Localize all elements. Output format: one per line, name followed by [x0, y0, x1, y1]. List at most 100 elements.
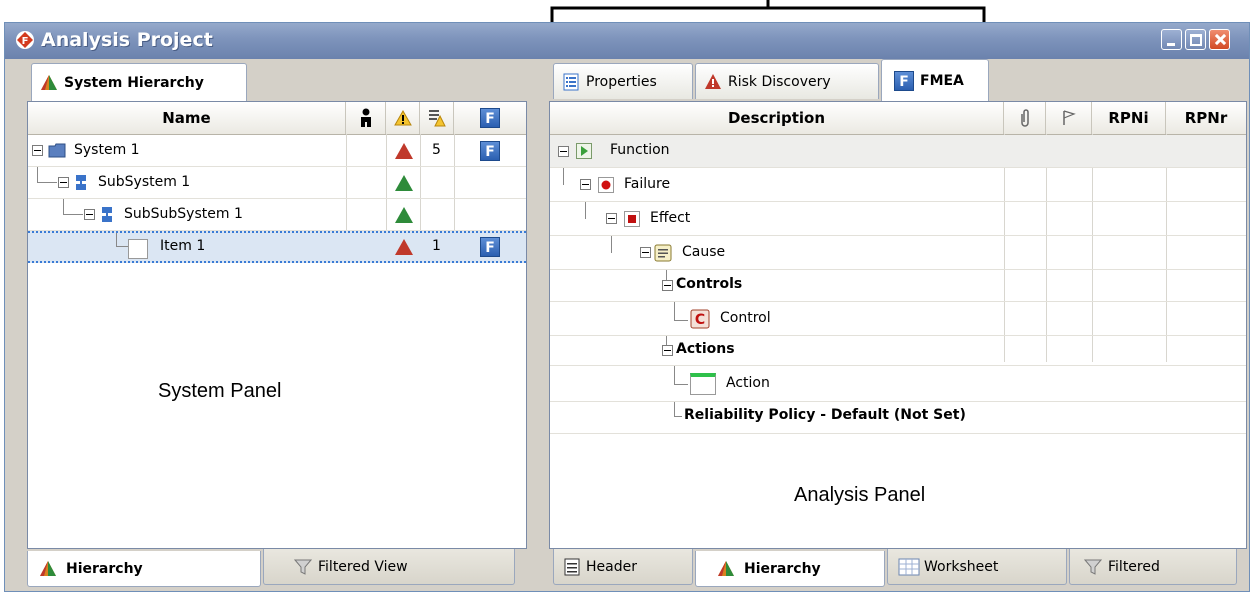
fmea-row-actions[interactable]: Actions	[550, 336, 1246, 366]
tab-fmea[interactable]: F FMEA	[881, 59, 989, 101]
row-label: SubSubSystem 1	[124, 206, 243, 222]
row-label: Control	[720, 310, 771, 326]
collapse-toggle[interactable]	[662, 345, 673, 356]
column-header-description[interactable]: Description	[550, 102, 1004, 134]
tab-hierarchy[interactable]: Hierarchy	[27, 551, 261, 587]
properties-icon	[563, 73, 579, 90]
system-panel: System Hierarchy Name F System 1 5 F Sub…	[27, 63, 527, 591]
fmea-icon: F	[480, 108, 500, 128]
failure-icon	[598, 177, 614, 193]
paperclip-icon	[1020, 109, 1029, 127]
panel-splitter[interactable]	[533, 63, 547, 591]
flag-icon	[1062, 110, 1076, 125]
app-window: F Analysis Project System Hierarchy Name	[4, 22, 1250, 592]
title-bar[interactable]: F Analysis Project	[5, 23, 1249, 59]
minimize-button[interactable]	[1161, 29, 1182, 50]
tree-row-selected[interactable]: Item 1 1 F	[28, 231, 526, 263]
maximize-button[interactable]	[1185, 29, 1206, 50]
row-label: Action	[726, 375, 770, 391]
fmea-icon[interactable]: F	[480, 237, 500, 257]
risk-triangle-icon	[395, 207, 413, 223]
tab-worksheet[interactable]: Worksheet	[887, 549, 1067, 585]
worksheet-icon	[898, 558, 920, 575]
column-header-fmea[interactable]: F	[454, 102, 526, 134]
collapse-toggle[interactable]	[640, 247, 651, 258]
pyramid-icon	[40, 560, 56, 576]
fmea-row-cause[interactable]: Cause	[550, 236, 1246, 270]
column-header-rpni[interactable]: RPNi	[1092, 102, 1166, 134]
svg-text:C: C	[695, 312, 705, 328]
item-icon	[128, 239, 148, 259]
row-label: Failure	[624, 176, 671, 192]
system-panel-annotation: System Panel	[158, 380, 282, 402]
row-label: System 1	[74, 142, 140, 158]
subsystem-icon	[102, 207, 112, 222]
risk-triangle-icon	[705, 73, 721, 89]
filter-icon	[294, 559, 312, 575]
column-header-name[interactable]: Name	[28, 102, 346, 134]
header-icon	[564, 558, 580, 575]
folder-icon	[48, 143, 66, 158]
tab-risk-discovery[interactable]: Risk Discovery	[695, 63, 879, 99]
row-label: SubSystem 1	[98, 174, 191, 190]
fmea-row-failure[interactable]: Failure	[550, 168, 1246, 202]
collapse-toggle[interactable]	[58, 177, 69, 188]
risk-count: 1	[432, 238, 441, 254]
analysis-panel: Properties Risk Discovery F FMEA Descrip…	[549, 59, 1249, 591]
collapse-toggle[interactable]	[606, 213, 617, 224]
tree-row[interactable]: SubSubSystem 1	[28, 199, 526, 231]
tree-row[interactable]: SubSystem 1	[28, 167, 526, 199]
risk-triangle-icon	[395, 239, 413, 255]
fmea-row-effect[interactable]: Effect	[550, 202, 1246, 236]
collapse-toggle[interactable]	[662, 280, 673, 291]
row-label: Function	[610, 142, 670, 158]
column-header-risk[interactable]	[386, 102, 420, 134]
row-label: Actions	[676, 341, 735, 357]
fmea-row-control[interactable]: C Control	[550, 302, 1246, 336]
close-button[interactable]	[1209, 29, 1230, 50]
control-icon: C	[690, 309, 710, 329]
column-header-attachment[interactable]	[1004, 102, 1046, 134]
pyramid-icon	[40, 74, 58, 92]
filter-icon	[1084, 559, 1102, 575]
row-label: Controls	[676, 276, 743, 292]
action-icon	[690, 373, 716, 395]
row-label: Cause	[682, 244, 726, 260]
app-logo-icon: F	[16, 31, 34, 49]
tab-hierarchy[interactable]: Hierarchy	[695, 551, 885, 587]
column-header-rpnr[interactable]: RPNr	[1166, 102, 1246, 134]
system-grid: Name F System 1 5 F SubSystem 1 SubSubSy…	[27, 101, 527, 549]
fmea-row-reliability-policy[interactable]: Reliability Policy - Default (Not Set)	[550, 402, 1246, 434]
column-header-count[interactable]	[420, 102, 454, 134]
collapse-toggle[interactable]	[32, 145, 43, 156]
collapse-toggle[interactable]	[580, 179, 591, 190]
effect-icon	[624, 211, 640, 227]
window-title: Analysis Project	[41, 29, 213, 51]
collapse-toggle[interactable]	[84, 209, 95, 220]
row-label: Effect	[650, 210, 691, 226]
svg-text:F: F	[22, 36, 29, 47]
column-header-owner[interactable]	[346, 102, 386, 134]
subsystem-icon	[76, 175, 86, 190]
fmea-grid: Description RPNi RPNr Function Failure E…	[549, 101, 1247, 549]
person-icon	[360, 108, 371, 127]
tab-filtered-view[interactable]: Filtered View	[263, 549, 515, 585]
column-header-flag[interactable]	[1046, 102, 1092, 134]
tab-filtered[interactable]: Filtered	[1069, 549, 1237, 585]
tab-label: System Hierarchy	[64, 74, 204, 91]
fmea-row-action[interactable]: Action	[550, 366, 1246, 402]
fmea-row-function[interactable]: Function	[550, 135, 1246, 168]
fmea-icon[interactable]: F	[480, 141, 500, 161]
tab-properties[interactable]: Properties	[553, 63, 693, 99]
collapse-toggle[interactable]	[558, 146, 569, 157]
tab-system-hierarchy[interactable]: System Hierarchy	[31, 63, 247, 101]
pyramid-icon	[718, 560, 734, 576]
risk-triangle-icon	[395, 143, 413, 159]
tree-row[interactable]: System 1 5 F	[28, 135, 526, 167]
analysis-panel-annotation: Analysis Panel	[794, 484, 926, 506]
warning-icon	[393, 110, 412, 126]
fmea-row-controls[interactable]: Controls	[550, 270, 1246, 302]
risk-count: 5	[432, 142, 441, 158]
tab-header[interactable]: Header	[553, 549, 693, 585]
play-icon	[576, 143, 592, 159]
